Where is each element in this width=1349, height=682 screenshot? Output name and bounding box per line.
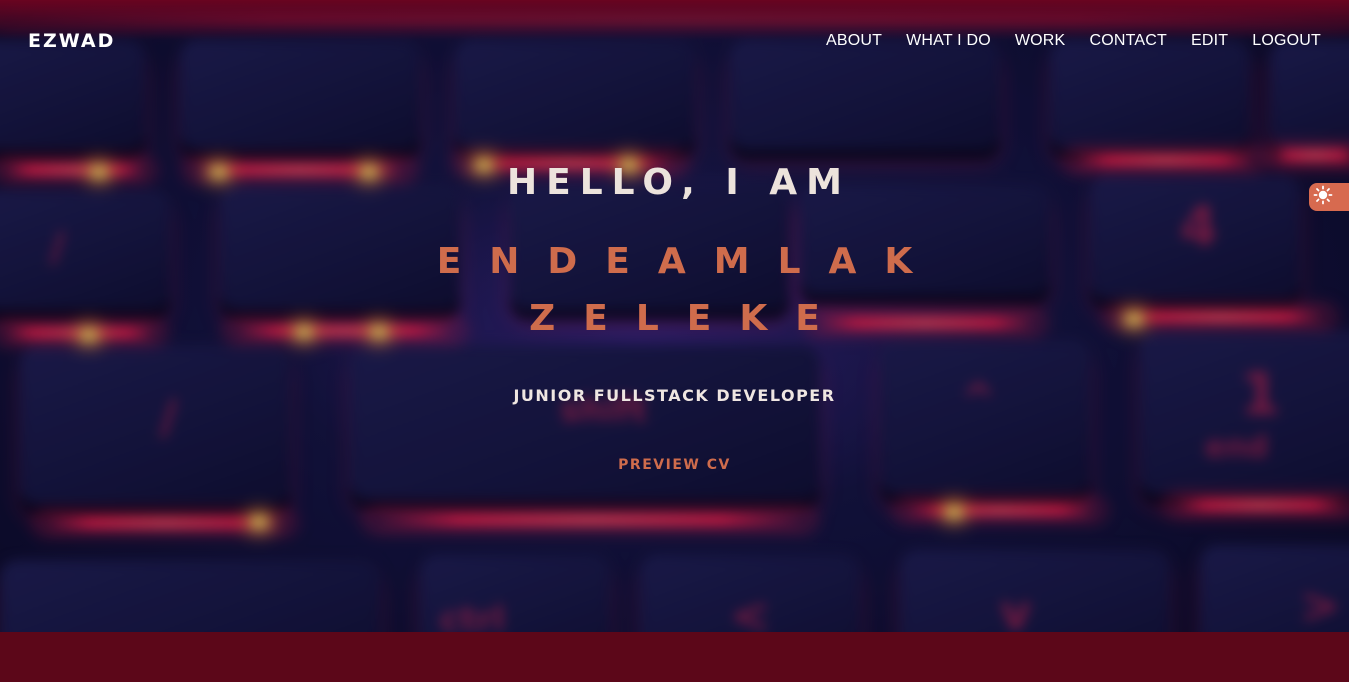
nav-item-logout[interactable]: LOGOUT	[1252, 32, 1321, 50]
nav-item-about[interactable]: ABOUT	[826, 32, 882, 50]
theme-toggle-button[interactable]	[1309, 183, 1349, 211]
top-navbar: EZWAD ABOUT WHAT I DO WORK CONTACT EDIT …	[0, 0, 1349, 84]
page: 4 1 end shift ctrl ^ < v > / / EZWAD ABO…	[0, 0, 1349, 682]
sun-icon	[1313, 185, 1333, 209]
nav-item-contact[interactable]: CONTACT	[1089, 32, 1167, 50]
preview-cv-container: PREVIEW CV	[0, 457, 1349, 473]
nav-item-edit[interactable]: EDIT	[1191, 32, 1228, 50]
nav-menu: ABOUT WHAT I DO WORK CONTACT EDIT LOGOUT	[826, 32, 1321, 50]
preview-cv-link[interactable]: PREVIEW CV	[618, 457, 731, 473]
brand-logo[interactable]: EZWAD	[28, 30, 115, 52]
nav-item-what-i-do[interactable]: WHAT I DO	[906, 32, 991, 50]
hero-greeting: HELLO, I AM	[507, 162, 851, 203]
hero-role: JUNIOR FULLSTACK DEVELOPER	[513, 386, 836, 405]
hero-last-name: ZELEKE	[529, 298, 848, 339]
hero-first-name: ENDEAMLAK	[436, 241, 941, 282]
bottom-band	[0, 632, 1349, 682]
nav-item-work[interactable]: WORK	[1015, 32, 1066, 50]
